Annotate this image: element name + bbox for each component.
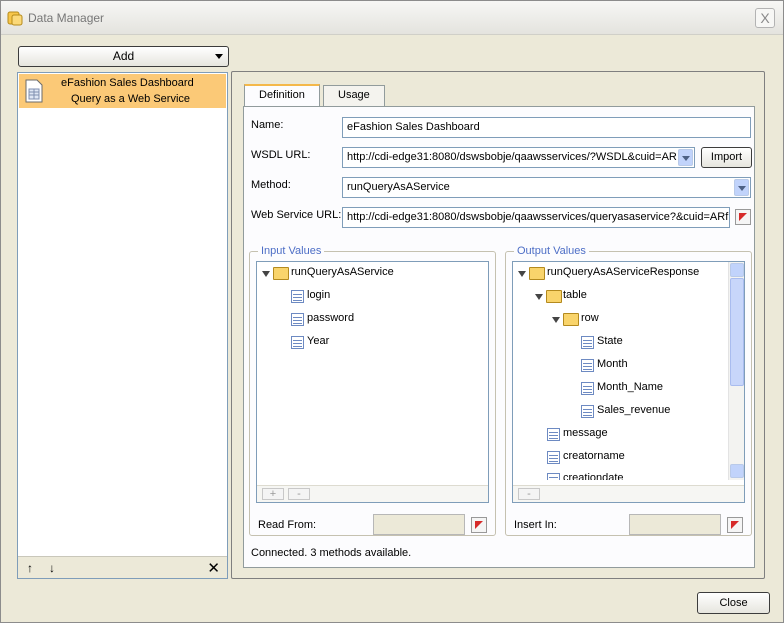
tree-node-sales-revenue[interactable]: Sales_revenue: [597, 404, 670, 416]
scroll-thumb[interactable]: [730, 278, 744, 386]
tree-node-root[interactable]: runQueryAsAService: [291, 266, 394, 278]
method-select[interactable]: runQueryAsAService: [342, 177, 751, 198]
wsdl-url-label: WSDL URL:: [251, 149, 311, 161]
tab-usage[interactable]: Usage: [323, 85, 385, 106]
data-manager-window: Data Manager X Add eFashion Sales Dashbo…: [0, 0, 784, 623]
data-connection-list: eFashion Sales Dashboard Query as a Web …: [17, 72, 228, 579]
wsdl-url-value: http://cdi-edge31:8080/dswsbobje/qaawsse…: [347, 151, 677, 163]
expand-toggle-icon[interactable]: [552, 317, 560, 323]
input-values-tree: runQueryAsAService login password Year +…: [256, 261, 489, 503]
tree-node-month[interactable]: Month: [597, 358, 628, 370]
tree-node-month-name[interactable]: Month_Name: [597, 381, 663, 393]
title-bar: Data Manager X: [1, 1, 783, 35]
tree-node-creatorname[interactable]: creatorname: [563, 450, 625, 462]
tree-node-message[interactable]: message: [563, 427, 608, 439]
folder-open-icon: [563, 313, 579, 326]
window-close-button[interactable]: X: [755, 8, 775, 28]
ws-url-label: Web Service URL:: [251, 209, 342, 221]
tree-node-creationdate[interactable]: creationdate: [563, 472, 624, 480]
field-icon: [291, 336, 304, 349]
document-icon: [25, 79, 43, 103]
tree-node-password[interactable]: password: [307, 312, 354, 324]
field-icon: [547, 451, 560, 464]
field-icon: [581, 382, 594, 395]
window-title: Data Manager: [28, 11, 105, 25]
tree-node-state[interactable]: State: [597, 335, 623, 347]
list-item-efashion[interactable]: eFashion Sales Dashboard Query as a Web …: [19, 74, 226, 108]
import-button[interactable]: Import: [701, 147, 752, 168]
field-icon: [547, 473, 560, 480]
field-icon: [291, 290, 304, 303]
method-label: Method:: [251, 179, 291, 191]
scroll-down-icon[interactable]: [730, 464, 744, 478]
method-dropdown-icon[interactable]: [734, 179, 749, 196]
expand-toggle-icon[interactable]: [535, 294, 543, 300]
name-field[interactable]: eFashion Sales Dashboard: [342, 117, 751, 138]
output-values-toolbar: -: [513, 485, 744, 502]
chevron-down-icon: [215, 54, 223, 59]
move-down-icon[interactable]: ↓: [49, 561, 55, 575]
field-icon: [547, 428, 560, 441]
clipped-row: creationdate: [513, 468, 728, 480]
list-toolbar: ↑ ↓ ✕: [18, 556, 227, 578]
wsdl-dropdown-icon[interactable]: [678, 149, 693, 166]
properties-panel: Definition Usage Name: eFashion Sales Da…: [231, 71, 765, 579]
remove-node-button[interactable]: -: [288, 488, 310, 500]
output-tree-scrollbar[interactable]: [728, 262, 744, 480]
output-values-group: Output Values runQueryAsAServiceResponse…: [505, 245, 752, 536]
output-values-title: Output Values: [514, 245, 589, 257]
tree-node-response[interactable]: runQueryAsAServiceResponse: [547, 266, 699, 278]
move-up-icon[interactable]: ↑: [27, 561, 33, 575]
delete-icon[interactable]: ✕: [207, 559, 220, 577]
method-value: runQueryAsAService: [347, 181, 450, 193]
list-item-subtitle: Query as a Web Service: [71, 93, 191, 105]
input-values-toolbar: + -: [257, 485, 488, 502]
expand-toggle-icon[interactable]: [262, 271, 270, 277]
field-icon: [581, 405, 594, 418]
field-icon: [581, 336, 594, 349]
ws-url-field[interactable]: http://cdi-edge31:8080/dswsbobje/qaawsse…: [342, 207, 730, 228]
tab-definition[interactable]: Definition: [244, 84, 320, 106]
scroll-up-icon[interactable]: [730, 263, 744, 277]
wsdl-url-combobox[interactable]: http://cdi-edge31:8080/dswsbobje/qaawsse…: [342, 147, 695, 168]
folder-open-icon: [273, 267, 289, 280]
add-button-label: Add: [112, 49, 135, 63]
tree-node-row[interactable]: row: [581, 312, 599, 324]
output-values-tree: runQueryAsAServiceResponse table row Sta…: [512, 261, 745, 503]
insert-in-label: Insert In:: [514, 519, 557, 531]
field-icon: [291, 313, 304, 326]
insert-in-picker-icon[interactable]: [727, 517, 743, 533]
status-text: Connected. 3 methods available.: [251, 547, 412, 559]
database-icon: [7, 11, 23, 26]
tree-node-login[interactable]: login: [307, 289, 330, 301]
folder-open-icon: [529, 267, 545, 280]
read-from-label: Read From:: [258, 519, 317, 531]
expand-toggle-icon[interactable]: [518, 271, 526, 277]
insert-in-field[interactable]: [629, 514, 721, 535]
input-values-title: Input Values: [258, 245, 325, 257]
read-from-picker-icon[interactable]: [471, 517, 487, 533]
tree-node-table[interactable]: table: [563, 289, 587, 301]
add-dropdown-button[interactable]: Add: [18, 46, 229, 67]
folder-open-icon: [546, 290, 562, 303]
read-from-field[interactable]: [373, 514, 465, 535]
tree-node-year[interactable]: Year: [307, 335, 329, 347]
remove-node-button[interactable]: -: [518, 488, 540, 500]
name-label: Name:: [251, 119, 284, 131]
definition-tab-body: Name: eFashion Sales Dashboard WSDL URL:…: [243, 106, 755, 568]
input-values-group: Input Values runQueryAsAService login pa…: [249, 245, 496, 536]
field-icon: [581, 359, 594, 372]
cell-picker-icon[interactable]: [735, 209, 751, 225]
list-item-title: eFashion Sales Dashboard: [61, 77, 194, 89]
close-button[interactable]: Close: [697, 592, 770, 614]
add-node-button[interactable]: +: [262, 488, 284, 500]
